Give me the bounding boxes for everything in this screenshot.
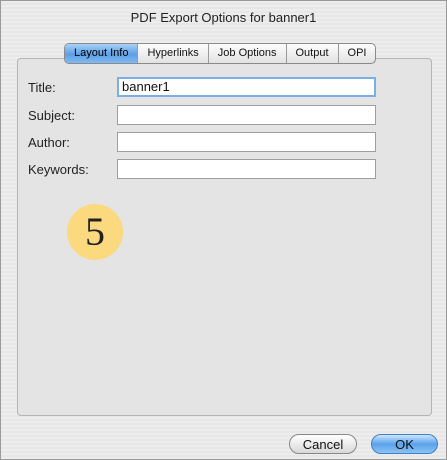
cancel-button[interactable]: Cancel — [289, 434, 357, 454]
tab-output[interactable]: Output — [285, 44, 338, 63]
author-label: Author: — [28, 135, 70, 150]
ok-button[interactable]: OK — [371, 434, 438, 454]
author-field[interactable] — [117, 132, 376, 152]
tab-hyperlinks[interactable]: Hyperlinks — [137, 44, 207, 63]
tab-bar: Layout Info Hyperlinks Job Options Outpu… — [64, 43, 377, 64]
title-field[interactable]: banner1 — [117, 77, 376, 97]
keywords-field[interactable] — [117, 159, 376, 179]
keywords-label: Keywords: — [28, 162, 89, 177]
pdf-export-dialog: PDF Export Options for banner1 Layout In… — [0, 0, 447, 460]
window-title: PDF Export Options for banner1 — [130, 10, 317, 25]
subject-field[interactable] — [117, 105, 376, 125]
tab-opi[interactable]: OPI — [337, 44, 376, 63]
subject-label: Subject: — [28, 108, 75, 123]
tab-job-options[interactable]: Job Options — [207, 44, 286, 63]
title-label: Title: — [28, 80, 56, 95]
step-number-badge: 5 — [67, 204, 123, 260]
tab-layout-info[interactable]: Layout Info — [65, 44, 138, 63]
